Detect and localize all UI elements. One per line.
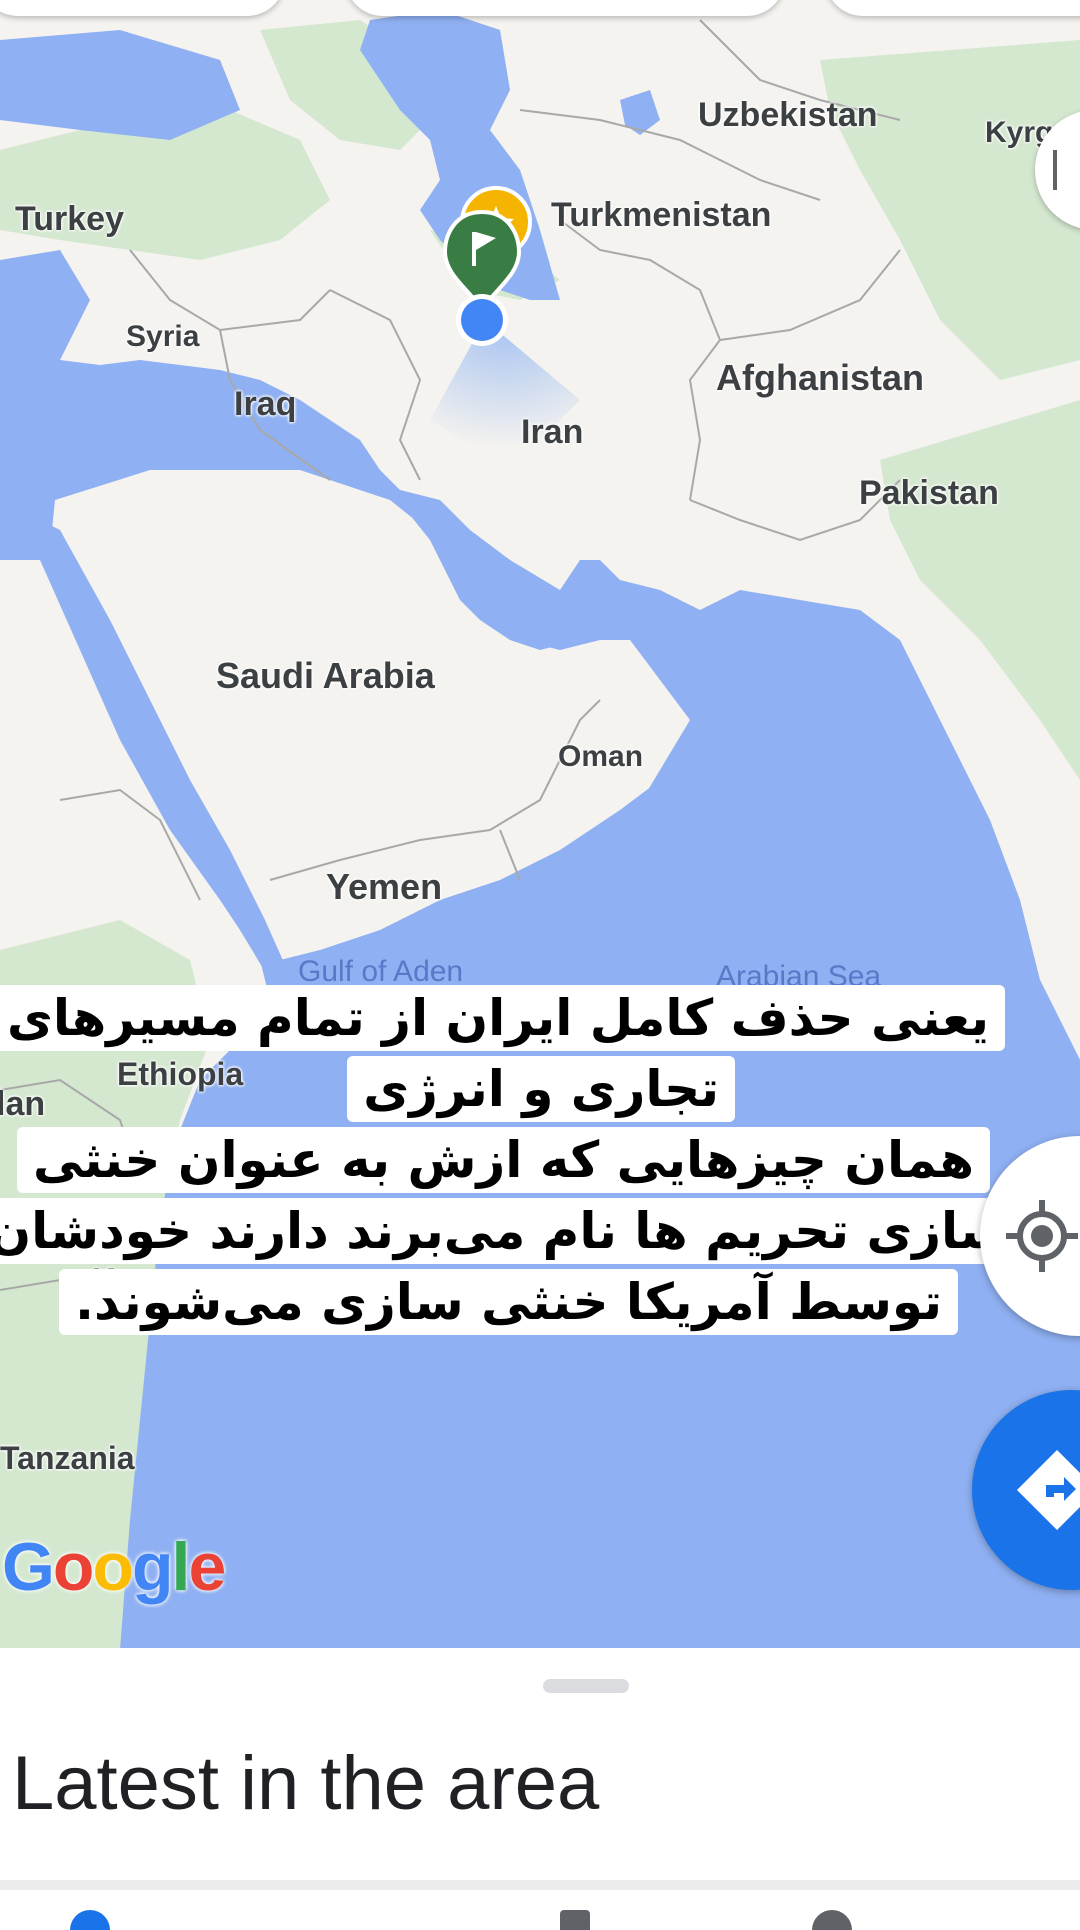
caption-line-3: همان چیزهایی که ازش به عنوان خنثی (16, 1127, 990, 1193)
tab-indicator-explore[interactable] (70, 1910, 110, 1930)
tab-indicator-go[interactable] (560, 1910, 590, 1930)
label-yemen: Yemen (326, 866, 443, 907)
top-chip-center[interactable] (345, 0, 785, 16)
caption-line-1: یعنی حذف کامل ایران از تمام مسیرهای (0, 985, 1005, 1051)
label-tanzania: Tanzania (0, 1440, 135, 1476)
logo-letter: o (92, 1529, 134, 1605)
my-location-icon (1006, 1200, 1078, 1272)
layers-icon (1053, 150, 1077, 190)
logo-letter: o (52, 1529, 95, 1605)
map-base (0, 0, 1080, 1650)
sheet-drag-handle[interactable] (543, 1679, 629, 1693)
top-chip-right[interactable] (825, 0, 1080, 16)
label-oman: Oman (558, 740, 644, 773)
label-iraq: Iraq (234, 385, 297, 423)
label-pakistan: Pakistan (859, 474, 999, 512)
caption-line-4: سازی تحریم ها نام می‌برند دارند خودشان (0, 1198, 1025, 1264)
caption-overlay: یعنی حذف کامل ایران از تمام مسیرهای تجار… (0, 980, 1080, 1360)
caption-line-2: تجاری و انرژی (347, 1056, 735, 1122)
sheet-title: Latest in the area (12, 1741, 600, 1826)
top-chip-left[interactable] (0, 0, 285, 16)
caption-line-5: توسط آمریکا خنثی سازی می‌شوند. (59, 1269, 958, 1335)
map-view[interactable]: Uzbekistan Kyrg Turkey Turkmenistan Syri… (0, 0, 1080, 1650)
sheet-divider (0, 1880, 1080, 1890)
label-afghanistan: Afghanistan (716, 357, 925, 398)
label-syria: Syria (126, 320, 200, 353)
current-location-dot (456, 294, 508, 346)
directions-icon (1017, 1450, 1080, 1530)
label-turkmenistan: Turkmenistan (551, 196, 772, 234)
logo-letter: G (2, 1529, 55, 1605)
label-iran: Iran (521, 413, 584, 451)
logo-letter: e (188, 1529, 226, 1605)
bottom-sheet[interactable]: Latest in the area (0, 1648, 1080, 1930)
label-saudi-arabia: Saudi Arabia (216, 655, 435, 696)
label-turkey: Turkey (15, 200, 124, 238)
logo-letter: g (132, 1529, 174, 1605)
logo-letter: l (171, 1529, 191, 1605)
label-uzbekistan: Uzbekistan (698, 96, 878, 134)
tab-indicator-saved[interactable] (812, 1910, 852, 1930)
google-logo: Google (2, 1528, 226, 1606)
